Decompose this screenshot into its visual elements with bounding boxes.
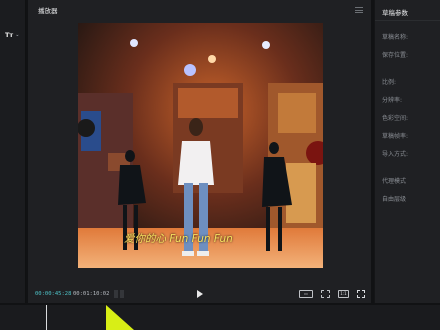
draft-params-panel: 草稿参数 草稿名称: 保存位置: 比例: 分辨率: 色彩空间: 草稿帧率: 导入… <box>374 0 440 303</box>
ratio-button[interactable]: 1:1 <box>338 289 349 298</box>
prop-frame-rate: 草稿帧率: <box>382 133 409 140</box>
prop-import-mode: 导入方式: <box>382 151 409 158</box>
timeline-area[interactable] <box>0 305 440 330</box>
chevron-down-icon: ⌄ <box>15 32 20 38</box>
play-icon[interactable] <box>197 289 203 298</box>
video-subtitle: 爱你的心 Fun Fun Fun <box>124 233 233 245</box>
player-panel: 播放器 爱你的心 Fun Fun Fun 00:00:45:28 00:01:1… <box>28 0 371 303</box>
screen-icon[interactable]: ▭ <box>299 289 313 298</box>
prop-save-location: 保存位置: <box>382 52 409 59</box>
player-controls: 00:00:45:28 00:01:10:02 ▭ 1:1 <box>28 284 371 303</box>
total-time: 00:01:10:02 <box>73 290 110 297</box>
segments-icon[interactable] <box>114 289 124 298</box>
current-time: 00:00:45:28 <box>35 290 72 297</box>
prop-draft-name: 草稿名称: <box>382 34 409 41</box>
snapshot-icon[interactable] <box>321 289 330 298</box>
player-title: 播放器 <box>38 7 58 15</box>
timeline-marker-icon[interactable] <box>106 305 136 330</box>
prop-free-layer: 自由层级 <box>382 196 407 203</box>
menu-icon[interactable] <box>355 7 363 13</box>
video-preview[interactable]: 爱你的心 Fun Fun Fun <box>78 23 323 268</box>
text-tool-label: Tт <box>5 31 14 39</box>
prop-resolution: 分辨率: <box>382 97 403 104</box>
panel-divider <box>375 20 440 21</box>
prop-ratio: 比例: <box>382 79 397 86</box>
left-column: Tт ⌄ <box>0 0 26 303</box>
player-header: 播放器 <box>28 0 371 20</box>
fullscreen-icon[interactable] <box>357 289 365 298</box>
text-tool-button[interactable]: Tт ⌄ <box>5 31 19 39</box>
view-controls: ▭ 1:1 <box>299 289 365 298</box>
panel-title: 草稿参数 <box>382 9 408 17</box>
prop-proxy-mode: 代理模式 <box>382 178 407 185</box>
playhead[interactable] <box>46 305 47 330</box>
prop-color-space: 色彩空间: <box>382 115 409 122</box>
